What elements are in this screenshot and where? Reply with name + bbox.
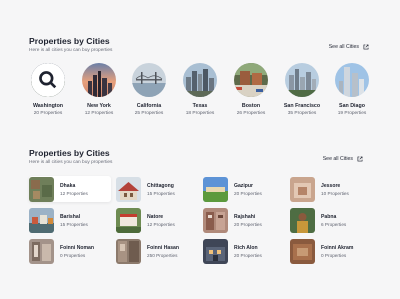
city-count: 20 Properties [234,221,262,227]
city-card-foinni-akram[interactable]: Foinni Akram 0 Properties [290,238,372,264]
city-card-california[interactable]: California 25 Properties [124,63,174,116]
search-icon [31,63,65,97]
city-count: 20 Properties [234,190,262,196]
city-count: 12 Properties [147,221,175,227]
section-subtitle: Here is all cities you can buy propertie… [29,48,113,53]
city-thumbnail [29,238,54,264]
city-card-foinni-hasan[interactable]: Foinni Hasan 250 Properties [116,238,198,264]
city-count: 15 Properties [147,190,175,196]
city-photo [285,63,319,97]
city-thumbnail [116,207,141,233]
city-thumbnail [290,207,315,233]
city-card-san-francisco[interactable]: San Francisco 35 Properties [277,63,327,116]
city-thumbnail [203,176,228,202]
section-title: Properties by Cities [29,36,110,46]
city-thumbnail [203,207,228,233]
city-name: Jessore [321,182,341,189]
section-title: Properties by Cities [29,148,110,158]
see-all-label: See all Cities [328,44,359,50]
city-thumbnail [29,207,54,233]
city-name: Rich Alon [234,244,258,251]
city-name: San Diago [339,103,365,109]
city-thumbnail [203,238,228,264]
city-circle-list: Washington 20 Properties New York 12 Pro… [29,63,371,133]
city-card-rajshahi[interactable]: Rajshahi 20 Properties [203,207,285,233]
city-name: Barishal [60,213,81,220]
city-count: 12 Properties [84,111,114,116]
city-card-pabna[interactable]: Pabna 6 Properties [290,207,372,233]
city-name: Foinni Akram [321,244,354,251]
city-name: New York [87,103,111,109]
see-all-cities-link[interactable]: See all Cities [323,156,363,162]
city-card-texas[interactable]: Texas 18 Properties [175,63,225,116]
city-card-foinni-noman[interactable]: Foinni Noman 0 Properties [29,238,111,264]
city-card-dhaka[interactable]: Dhaka 12 Properties [29,176,111,202]
city-count: 18 Properties [185,111,215,116]
city-name: Foinni Hasan [147,244,179,251]
city-name: Natore [147,213,164,220]
city-count: 12 Properties [60,190,88,196]
city-card-jessore[interactable]: Jessore 10 Properties [290,176,372,202]
city-name: San Francisco [283,103,321,109]
city-name: Foinni Noman [60,244,94,251]
city-thumbnail [116,238,141,264]
city-card-boston[interactable]: Boston 26 Properties [226,63,276,116]
city-count: 250 Properties [147,252,178,258]
city-card-chittagong[interactable]: Chittagong 15 Properties [116,176,198,202]
city-count: 20 Properties [234,252,262,258]
hover-overlay [31,63,65,97]
city-count: 20 Properties [33,111,63,116]
city-count: 15 Properties [60,221,88,227]
city-name: Texas [192,103,208,109]
city-name: Washington [32,103,64,109]
city-count: 10 Properties [321,190,349,196]
city-thumbnail [290,176,315,202]
city-name: Dhaka [60,182,76,189]
external-link-icon [357,156,363,162]
city-photo [335,63,369,97]
city-photo [234,63,268,97]
city-thumbnail [29,176,54,202]
city-count: 26 Properties [236,111,266,116]
see-all-cities-link[interactable]: See all Cities [329,44,369,50]
city-name: Pabna [321,213,337,220]
section-header: Properties by Cities Here is all cities … [29,148,371,165]
city-card-barishal[interactable]: Barishal 15 Properties [29,207,111,233]
city-card-washington[interactable]: Washington 20 Properties [23,63,73,116]
city-count: 35 Properties [287,111,317,116]
city-count: 25 Properties [134,111,164,116]
city-count: 19 Properties [337,111,367,116]
city-name: Rajshahi [234,213,256,220]
bottom-cities-section: Properties by Cities Here is all cities … [29,148,371,264]
top-cities-section: Properties by Cities Here is all cities … [29,36,371,116]
city-card-san-diago[interactable]: San Diago 19 Properties [327,63,377,116]
city-photo [82,63,116,97]
city-count: 0 Properties [60,252,86,258]
city-photo [132,63,166,97]
city-thumbnail [116,176,141,202]
city-thumbnail [290,238,315,264]
city-count: 6 Properties [321,221,347,227]
section-subtitle: Here is all cities you can buy propertie… [29,160,113,165]
city-card-gazipur[interactable]: Gazipur 20 Properties [203,176,285,202]
see-all-label: See all Cities [322,156,353,162]
city-name: Gazipur [234,182,253,189]
city-card-natore[interactable]: Natore 12 Properties [116,207,198,233]
city-name: Boston [241,103,261,109]
city-name: Chittagong [147,182,174,189]
city-count: 0 Properties [321,252,347,258]
city-photo [31,63,65,97]
city-name: California [136,103,162,109]
city-card-rich-alon[interactable]: Rich Alon 20 Properties [203,238,285,264]
city-card-new-york[interactable]: New York 12 Properties [74,63,124,116]
city-photo [183,63,217,97]
section-header: Properties by Cities Here is all cities … [29,36,371,53]
external-link-icon [363,44,369,50]
